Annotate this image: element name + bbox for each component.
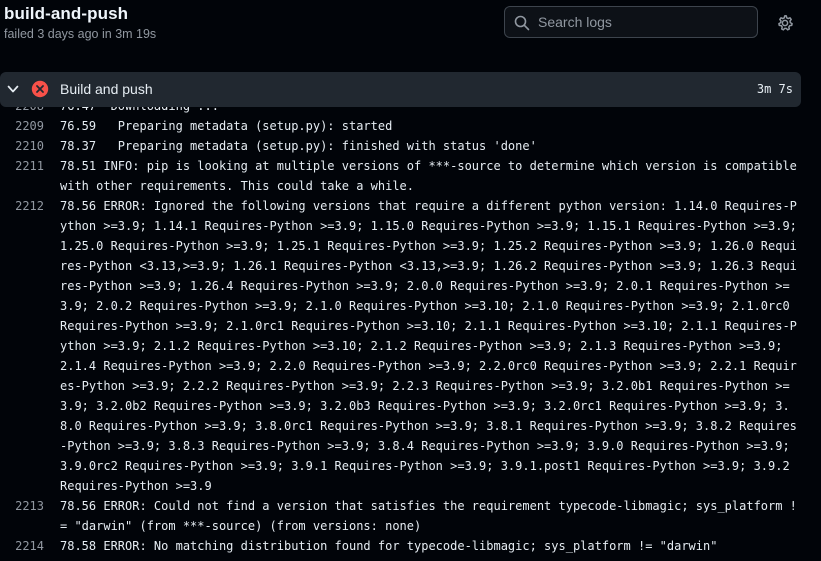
log-line-number[interactable]: 2208 xyxy=(0,107,44,116)
log-line-number[interactable]: 2210 xyxy=(0,136,44,156)
log-line-text: 78.58 ERROR: No matching distribution fo… xyxy=(60,539,718,553)
step-name: Build and push xyxy=(60,81,153,97)
log-line-number[interactable]: 2212 xyxy=(0,196,44,496)
job-status-subtitle: failed 3 days ago in 3m 19s xyxy=(4,27,157,41)
chevron-down-icon[interactable] xyxy=(6,82,20,96)
x-circle-icon xyxy=(31,80,49,98)
gear-icon[interactable] xyxy=(776,14,794,32)
log-lines: 2208 76.47 Downloading ... 2209 76.59 Prepa… xyxy=(0,107,821,561)
log-line[interactable]: 2212 78.56 ERROR: Ignored the following v… xyxy=(0,196,821,496)
search-logs-input[interactable]: Search logs xyxy=(504,6,758,38)
log-line-number[interactable]: 2215 xyxy=(0,556,44,561)
log-line-number[interactable]: 2209 xyxy=(0,116,44,136)
log-line-number[interactable]: 2211 xyxy=(0,156,44,196)
log-line-text: 76.59 Preparing metadata (setup.py): sta… xyxy=(60,119,393,133)
log-line-text: 76.47 Downloading ... xyxy=(60,107,800,116)
log-line[interactable]: 2211 78.51 INFO: pip is looking at multip… xyxy=(0,156,821,196)
log-line[interactable]: 2213 78.56 ERROR: Could not find a versio… xyxy=(0,496,821,536)
log-line-text: 78.37 Preparing metadata (setup.py): fin… xyxy=(60,139,537,153)
step-duration: 3m 7s xyxy=(756,82,793,96)
log-line-text: 78.56 ERROR: Could not find a version th… xyxy=(60,499,797,533)
log-line[interactable]: 2210 78.37 Preparing metadata (setup.py):… xyxy=(0,136,821,156)
log-line-number[interactable]: 2214 xyxy=(0,536,44,556)
log-line[interactable]: 2215 xyxy=(0,556,821,561)
log-line[interactable]: 2209 76.59 Preparing metadata (setup.py):… xyxy=(0,116,821,136)
log-line[interactable]: 2214 78.58 ERROR: No matching distributio… xyxy=(0,536,821,556)
job-title: build-and-push xyxy=(4,4,129,23)
search-icon xyxy=(514,15,530,31)
search-placeholder: Search logs xyxy=(538,14,612,30)
log-line-text xyxy=(60,556,800,561)
log-output[interactable]: 2208 76.47 Downloading ... 2209 76.59 Prepa… xyxy=(0,107,821,561)
log-line[interactable]: 2208 76.47 Downloading ... xyxy=(0,107,821,116)
log-line-text: 78.51 INFO: pip is looking at multiple v… xyxy=(60,159,805,193)
log-line-number[interactable]: 2213 xyxy=(0,496,44,536)
job-header: build-and-push failed 3 days ago in 3m 1… xyxy=(0,0,821,60)
step-build-and-push[interactable]: Build and push 3m 7s xyxy=(0,72,801,107)
log-line-text: 78.56 ERROR: Ignored the following versi… xyxy=(60,199,805,493)
